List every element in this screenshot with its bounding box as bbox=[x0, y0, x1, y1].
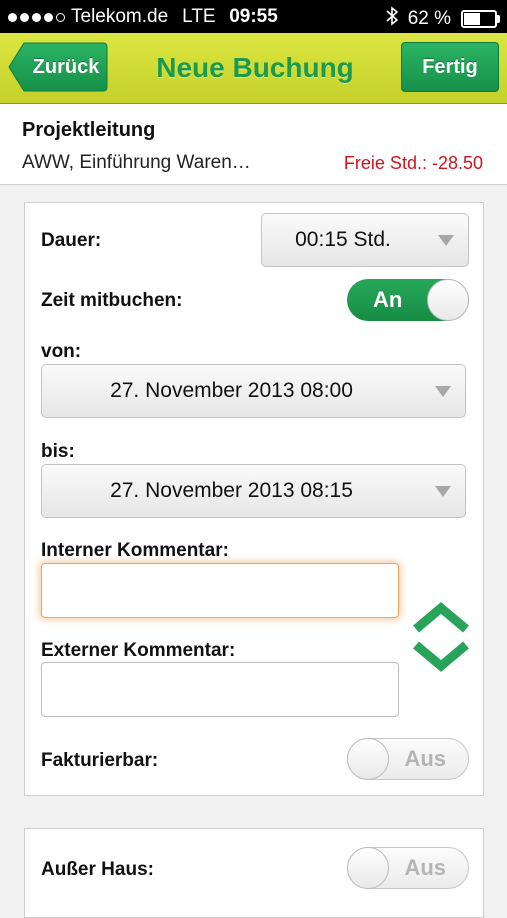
out-of-office-toggle[interactable]: Aus bbox=[347, 847, 469, 889]
battery-percent: 62 % bbox=[407, 7, 451, 29]
external-comment-label: Externer Kommentar: bbox=[41, 640, 236, 661]
project-header: Projektleitung AWW, Einführung Waren… Fr… bbox=[0, 104, 507, 185]
chevron-down-icon[interactable] bbox=[413, 641, 469, 672]
from-datetime-value: 27. November 2013 08:00 bbox=[110, 379, 353, 402]
page-title: Neue Buchung bbox=[156, 52, 354, 83]
duration-value: 00:15 Std. bbox=[295, 228, 391, 251]
internal-comment-input[interactable] bbox=[41, 563, 399, 618]
chevron-down-icon bbox=[435, 486, 451, 497]
done-button[interactable]: Fertig bbox=[401, 42, 499, 92]
duration-label: Dauer: bbox=[41, 230, 102, 251]
out-of-office-card: Außer Haus: Aus bbox=[24, 828, 484, 918]
status-bar: Telekom.de LTE 09:55 62 % bbox=[0, 0, 507, 33]
external-comment-input[interactable] bbox=[41, 662, 399, 717]
toggle-state-label: Aus bbox=[404, 746, 446, 771]
out-of-office-label: Außer Haus: bbox=[41, 859, 154, 880]
booking-form-card: Dauer: 00:15 Std. Zeit mitbuchen: An von… bbox=[24, 202, 484, 796]
from-label: von: bbox=[41, 341, 82, 362]
battery-fill bbox=[464, 12, 480, 25]
duration-select[interactable]: 00:15 Std. bbox=[261, 213, 469, 267]
toggle-state-label: Aus bbox=[404, 855, 446, 880]
to-datetime-value: 27. November 2013 08:15 bbox=[110, 479, 353, 502]
chevron-down-icon bbox=[435, 386, 451, 397]
back-button[interactable]: Zurück bbox=[8, 42, 108, 92]
billable-toggle[interactable]: Aus bbox=[347, 738, 469, 780]
field-navigation bbox=[410, 600, 472, 674]
billable-label: Fakturierbar: bbox=[41, 750, 159, 771]
to-label: bis: bbox=[41, 441, 75, 462]
battery-icon bbox=[461, 9, 500, 28]
navigation-bar: Zurück Neue Buchung Fertig bbox=[0, 33, 507, 104]
bluetooth-icon bbox=[386, 6, 398, 31]
toggle-knob bbox=[427, 279, 469, 321]
toggle-knob bbox=[347, 847, 389, 889]
book-time-label: Zeit mitbuchen: bbox=[41, 290, 183, 311]
chevron-down-icon bbox=[438, 235, 454, 246]
project-subtitle: AWW, Einführung Waren… bbox=[22, 152, 251, 173]
internal-comment-label: Interner Kommentar: bbox=[41, 540, 229, 561]
toggle-knob bbox=[347, 738, 389, 780]
chevron-up-icon[interactable] bbox=[413, 602, 469, 633]
project-title: Projektleitung bbox=[22, 119, 156, 141]
to-datetime-select[interactable]: 27. November 2013 08:15 bbox=[41, 464, 466, 518]
back-button-label: Zurück bbox=[32, 56, 100, 78]
toggle-state-label: An bbox=[373, 287, 403, 312]
status-right: 62 % bbox=[386, 6, 500, 31]
book-time-toggle[interactable]: An bbox=[347, 279, 469, 321]
free-hours-label: Freie Std.: -28.50 bbox=[343, 153, 483, 173]
from-datetime-select[interactable]: 27. November 2013 08:00 bbox=[41, 364, 466, 418]
